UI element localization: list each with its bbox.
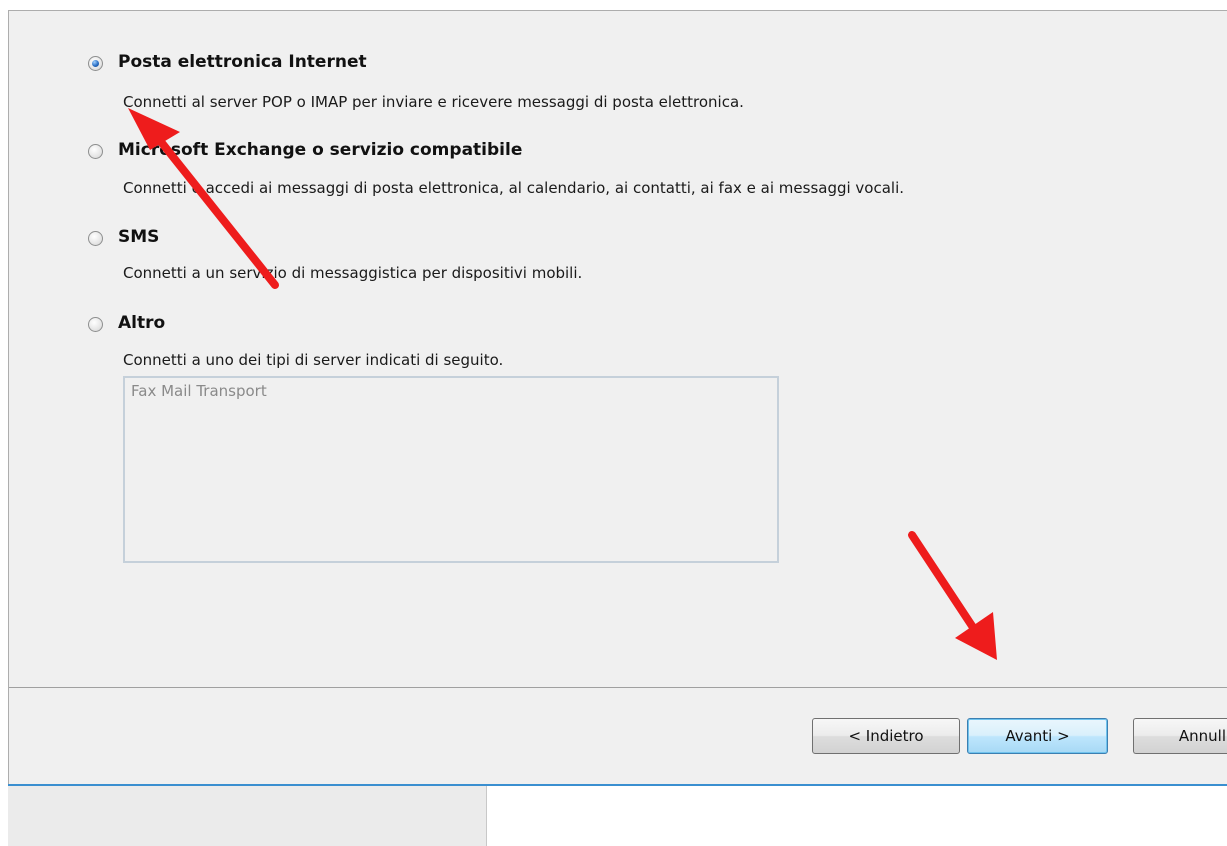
background-pane-right xyxy=(487,786,1227,846)
option-exchange-description: Connetti e accedi ai messaggi di posta e… xyxy=(123,179,905,197)
radio-exchange[interactable] xyxy=(88,144,103,159)
server-type-listbox[interactable]: Fax Mail Transport xyxy=(123,376,779,563)
cancel-button[interactable]: Annull xyxy=(1133,718,1227,754)
background-pane-left xyxy=(8,786,487,846)
account-setup-dialog: Posta elettronica Internet Connetti al s… xyxy=(8,10,1227,785)
option-other-label[interactable]: Altro xyxy=(118,313,165,333)
radio-internet-email[interactable] xyxy=(88,56,103,71)
list-item[interactable]: Fax Mail Transport xyxy=(131,382,267,400)
next-button[interactable]: Avanti > xyxy=(967,718,1108,754)
option-sms-label[interactable]: SMS xyxy=(118,227,159,247)
button-bar-divider xyxy=(9,687,1227,688)
option-other-description: Connetti a uno dei tipi di server indica… xyxy=(123,351,504,369)
back-button[interactable]: < Indietro xyxy=(812,718,960,754)
option-exchange-label[interactable]: Microsoft Exchange o servizio compatibil… xyxy=(118,140,522,160)
radio-other[interactable] xyxy=(88,317,103,332)
option-internet-email-description: Connetti al server POP o IMAP per inviar… xyxy=(123,93,744,111)
radio-selected-dot xyxy=(92,60,99,67)
option-sms-description: Connetti a un servizio di messaggistica … xyxy=(123,264,583,282)
radio-sms[interactable] xyxy=(88,231,103,246)
option-internet-email-label[interactable]: Posta elettronica Internet xyxy=(118,52,367,72)
